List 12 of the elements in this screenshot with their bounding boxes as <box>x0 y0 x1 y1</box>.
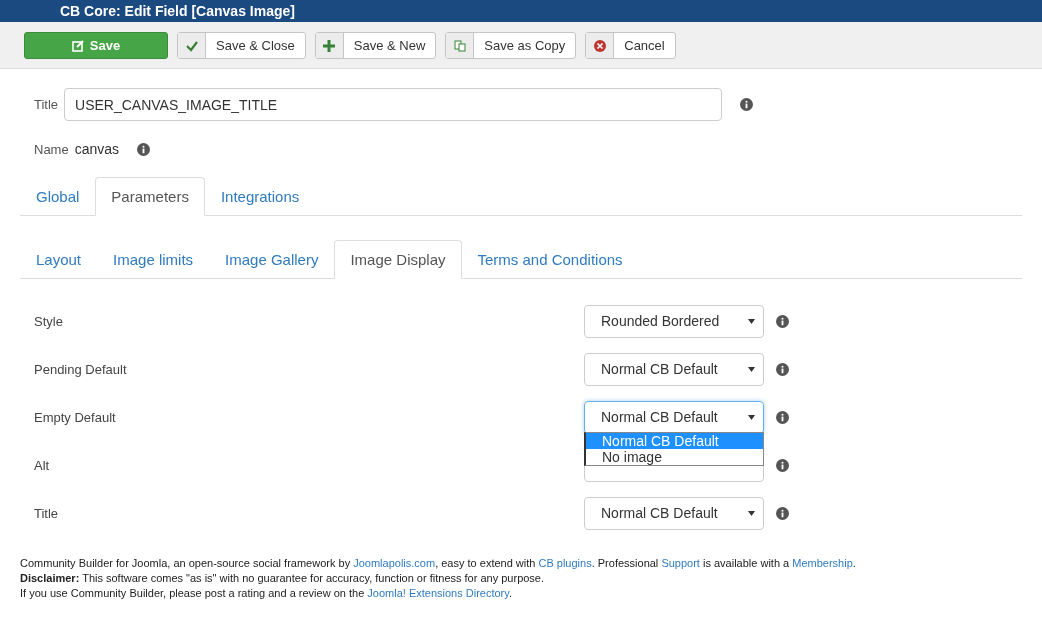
field-label: Name <box>34 141 69 157</box>
field-label: Pending Default <box>34 361 128 377</box>
field-label: Title <box>34 97 59 112</box>
field-label: Alt <box>34 457 51 473</box>
window-title: CB Core: Edit Field [Canvas Image] <box>60 3 295 19</box>
footer-text: Disclaimer: This software comes "as is" with no guarantee for accuracy, function or fitness for any purpose. <box>20 571 546 586</box>
footer-text: If you use Community Builder, please post a rating and a review on the Joomla! Extensions Directory. <box>20 586 513 601</box>
field-label: Empty Default <box>34 409 117 425</box>
field-label: Title <box>34 505 60 521</box>
name-value: canvas <box>74 141 120 157</box>
footer-text: Community Builder for Joomla, an open-source social framework by Joomlapolis.com, easy to extend with CB plugins. Professional Support is available with a Membership. <box>20 556 857 571</box>
field-label: Style <box>34 313 64 329</box>
